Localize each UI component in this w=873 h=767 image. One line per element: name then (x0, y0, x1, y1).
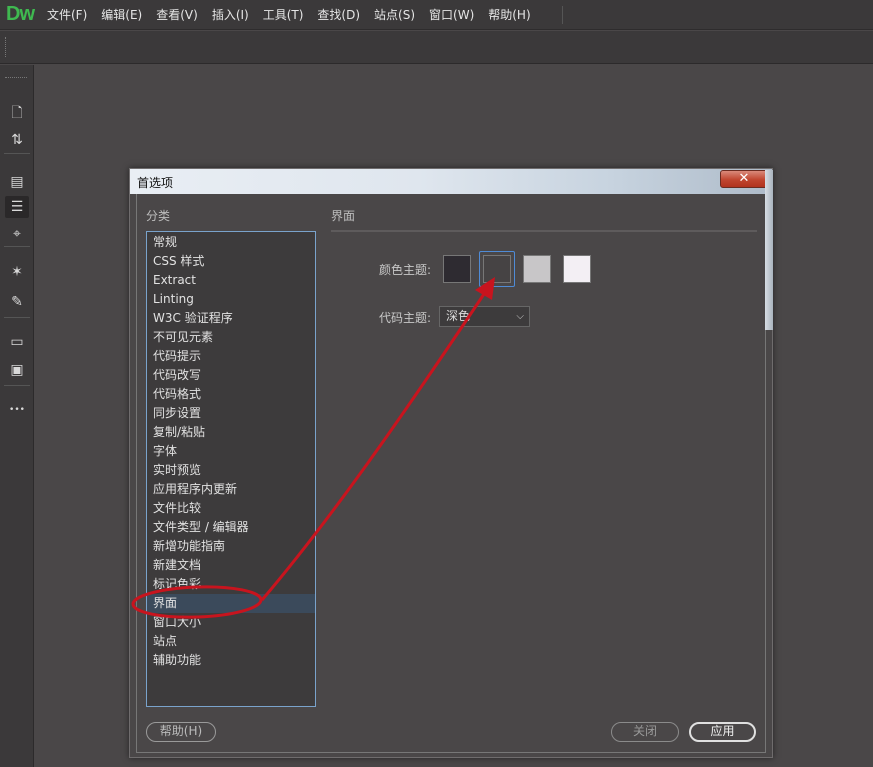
toolbar-grip[interactable] (5, 37, 8, 57)
category-item[interactable]: CSS 样式 (147, 252, 315, 271)
category-item[interactable]: 站点 (147, 632, 315, 651)
category-item[interactable]: 代码改写 (147, 366, 315, 385)
category-item[interactable]: 代码格式 (147, 385, 315, 404)
transfer-icon[interactable]: ⇅ (5, 129, 29, 151)
menu-item-5[interactable]: 查找(D) (310, 0, 367, 30)
background-scroll-strip (765, 170, 773, 330)
menu-item-4[interactable]: 工具(T) (256, 0, 311, 30)
chevron-down-icon: ⌵ (516, 311, 524, 322)
menu-item-0[interactable]: 文件(F) (40, 0, 94, 30)
new-document-icon[interactable]: 🗋 (5, 103, 29, 125)
close-icon: ✕ (738, 171, 750, 186)
menu-item-1[interactable]: 编辑(E) (94, 0, 149, 30)
category-item[interactable]: 辅助功能 (147, 651, 315, 670)
category-item[interactable]: Linting (147, 290, 315, 309)
menu-separator (562, 6, 563, 24)
dialog-title: 首选项 (137, 176, 174, 190)
category-item[interactable]: 不可见元素 (147, 328, 315, 347)
category-item[interactable]: W3C 验证程序 (147, 309, 315, 328)
category-item[interactable]: 窗口大小 (147, 613, 315, 632)
category-item[interactable]: Extract (147, 271, 315, 290)
document-toolbar (0, 31, 873, 64)
category-item[interactable]: 字体 (147, 442, 315, 461)
code-theme-value: 深色 (446, 309, 471, 323)
preferences-dialog: 首选项 ✕ 分类 常规 CSS 样式 Extract Linting W3C 验证程序不… (129, 168, 773, 758)
category-item[interactable]: 文件比较 (147, 499, 315, 518)
panel-divider (331, 230, 757, 232)
menu-item-7[interactable]: 窗口(W) (422, 0, 481, 30)
format-lines-icon[interactable]: ☰ (5, 196, 29, 218)
menu-items: 文件(F) 编辑(E) 查看(V) 插入(I) 工具(T) 查找(D) 站点(S) 窗口(W)… (40, 0, 538, 30)
snippet-icon[interactable]: ▣ (5, 359, 29, 381)
brush-icon[interactable]: ✎ (5, 291, 29, 313)
dialog-close-button[interactable]: ✕ (720, 170, 768, 188)
comment-icon[interactable]: ▭ (5, 331, 29, 353)
category-item[interactable]: 新增功能指南 (147, 537, 315, 556)
menu-item-3[interactable]: 插入(I) (205, 0, 256, 30)
color-theme-label: 颜色主题: (379, 263, 432, 277)
wand-icon[interactable]: ✶ (5, 261, 29, 283)
apply-button[interactable]: 应用 (689, 722, 756, 742)
tool-separator (4, 317, 30, 318)
menu-item-6[interactable]: 站点(S) (367, 0, 422, 30)
category-item[interactable]: 复制/粘贴 (147, 423, 315, 442)
category-item[interactable]: 应用程序内更新 (147, 480, 315, 499)
code-theme-label: 代码主题: (379, 311, 432, 325)
panel-heading: 界面 (331, 209, 356, 223)
category-item[interactable]: 实时预览 (147, 461, 315, 480)
menu-item-2[interactable]: 查看(V) (149, 0, 205, 30)
color-theme-swatch-0[interactable] (443, 255, 471, 283)
color-theme-swatch-1[interactable] (483, 255, 511, 283)
help-button[interactable]: 帮助(H) (146, 722, 216, 742)
panel-grip[interactable] (5, 77, 27, 80)
target-icon[interactable]: ⌖ (5, 223, 29, 245)
category-item[interactable]: 代码提示 (147, 347, 315, 366)
category-item[interactable]: 界面 (147, 594, 315, 613)
category-item[interactable]: 标记色彩 (147, 575, 315, 594)
dialog-titlebar[interactable]: 首选项 ✕ (130, 169, 772, 194)
color-theme-swatch-2[interactable] (523, 255, 551, 283)
menu-item-8[interactable]: 帮助(H) (481, 0, 537, 30)
code-theme-select[interactable]: 深色 ⌵ (439, 306, 530, 327)
tool-separator (4, 153, 30, 154)
tool-separator (4, 246, 30, 247)
more-icon[interactable]: ••• (5, 399, 29, 421)
category-item[interactable]: 文件类型 / 编辑器 (147, 518, 315, 537)
category-item[interactable]: 新建文档 (147, 556, 315, 575)
close-button[interactable]: 关闭 (611, 722, 679, 742)
category-list[interactable]: 常规 CSS 样式 Extract Linting W3C 验证程序 不可见元素 代码提示代… (146, 231, 316, 707)
inspect-icon[interactable]: ▤ (5, 171, 29, 193)
menu-bar: Dw 文件(F) 编辑(E) 查看(V) 插入(I) 工具(T) 查找(D) 站点(S) 窗口… (0, 0, 873, 30)
category-item[interactable]: 常规 (147, 233, 315, 252)
color-theme-swatch-3[interactable] (563, 255, 591, 283)
app-logo: Dw (6, 3, 35, 25)
category-item[interactable]: 同步设置 (147, 404, 315, 423)
left-tool-panel: 🗋 ⇅ ▤ ☰ ⌖ ✶ ✎ ▭ ▣ ••• (0, 65, 34, 767)
category-heading: 分类 (146, 209, 171, 223)
tool-separator (4, 385, 30, 386)
